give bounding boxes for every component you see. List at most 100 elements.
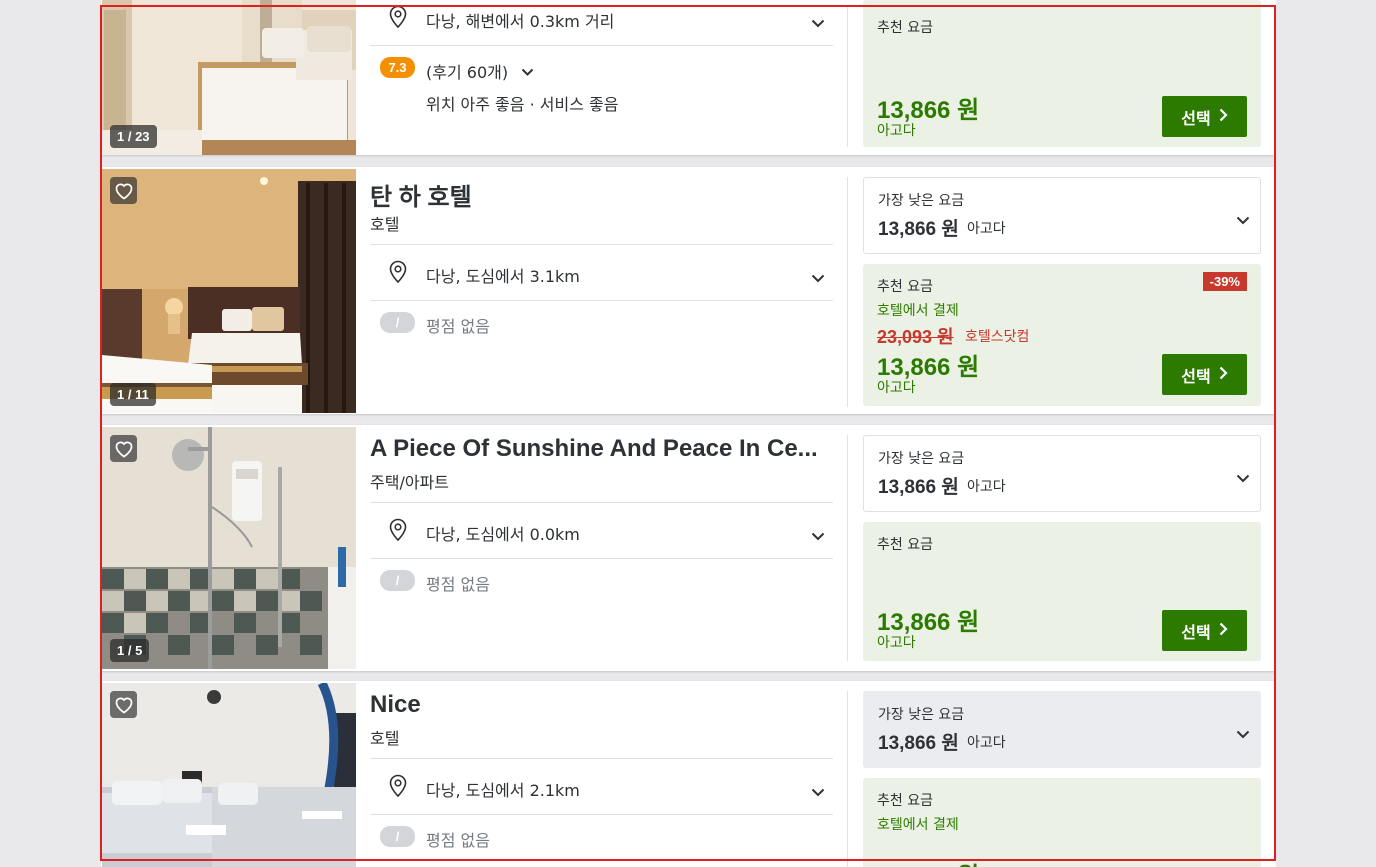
no-rating-label: 평점 없음 [426,831,490,850]
favorite-heart-button[interactable] [110,691,137,718]
divider [370,300,833,301]
photo-counter: 1 / 23 [110,125,157,148]
deal-provider: 아고다 [877,380,916,396]
hotel-card[interactable]: 1 / 5 A Piece Of Sunshine And Peace In C… [101,425,1276,671]
rating-score-badge: 7.3 [380,57,415,78]
lowest-price-box[interactable]: 가장 낮은 요금 13,866 원 아고다 [863,177,1261,254]
lowest-price-box[interactable]: 가장 낮은 요금 13,866 원 아고다 [863,691,1261,768]
hotel-name[interactable]: Nice [370,691,830,719]
lowest-price-box[interactable]: 가장 낮은 요금 13,866 원 아고다 [863,435,1261,512]
map-pin-icon [388,774,408,802]
chevron-down-icon[interactable] [811,13,825,32]
lowest-price-provider: 아고다 [967,735,1006,751]
deal-price: 13,866 원 [877,856,979,867]
rating-score-badge: / [380,826,415,847]
review-count[interactable]: (후기 60개) [426,59,534,83]
hotel-card[interactable]: 1 / 11 탄 하 호텔 호텔 다낭, 도심에서 3.1km / 평점 없음 … [101,167,1276,414]
recommended-label: 추천 요금 [877,793,933,809]
pay-at-hotel-label: 호텔에서 결제 [877,817,959,833]
location-row[interactable]: 다낭, 도심에서 2.1km [370,774,833,804]
select-button-label: 선택 [1181,108,1211,128]
hotel-name[interactable]: A Piece Of Sunshine And Peace In Ce... [370,435,830,463]
chevron-down-icon[interactable] [811,526,825,545]
chevron-down-icon[interactable] [811,268,825,287]
lowest-price-label: 가장 낮은 요금 [878,451,965,467]
deal-provider: 아고다 [877,123,916,139]
results-list: 1 / 23 다낭, 해변에서 0.3km 거리 7.3 (후기 60개) 위치… [101,0,1276,867]
lowest-price-label: 가장 낮은 요금 [878,707,965,723]
location-row[interactable]: 다낭, 해변에서 0.3km 거리 [370,5,833,35]
recommended-deal[interactable]: 추천 요금 13,866 원 아고다 선택 [863,0,1261,147]
hotel-photo[interactable]: 1 / 5 [102,427,356,669]
photo-counter: 1 / 11 [110,383,156,406]
original-price: 23,093 원 [877,327,954,347]
map-pin-icon [388,5,408,33]
divider [370,244,833,245]
review-count-label: (후기 60개) [426,63,509,82]
chevron-down-icon[interactable] [811,782,825,801]
property-type: 주택/아파트 [370,473,449,492]
select-button-label: 선택 [1181,366,1211,386]
hotel-photo[interactable] [102,683,356,867]
select-button[interactable]: 선택 [1162,96,1247,137]
divider [847,5,848,147]
select-button[interactable]: 선택 [1162,354,1247,395]
hotel-card[interactable]: Nice 호텔 다낭, 도심에서 2.1km / 평점 없음 가장 낮은 요금 … [101,681,1276,867]
chevron-down-icon [521,61,534,80]
recommended-label: 추천 요금 [877,20,933,36]
recommended-deal[interactable]: 추천 요금 13,866 원 아고다 선택 [863,522,1261,661]
chevron-down-icon [1236,210,1250,229]
recommended-label: 추천 요금 [877,279,933,295]
review-highlights: 위치 아주 좋음 · 서비스 좋음 [426,95,619,114]
lowest-price-provider: 아고다 [967,221,1006,237]
heart-icon [114,696,134,714]
rating-score-badge: / [380,570,415,591]
map-pin-icon [388,518,408,546]
location-text: 다낭, 도심에서 2.1km [426,781,580,800]
select-button-label: 선택 [1181,622,1211,642]
chevron-down-icon [1236,724,1250,743]
chevron-right-icon [1219,365,1228,384]
lowest-price-value: 13,866 원 [878,733,959,754]
map-pin-icon [388,260,408,288]
hotel-photo[interactable]: 1 / 11 [102,169,356,413]
chevron-down-icon [1236,468,1250,487]
lowest-price-provider: 아고다 [967,479,1006,495]
property-type: 호텔 [370,729,400,748]
pay-at-hotel-label: 호텔에서 결제 [877,303,959,319]
divider [847,691,848,867]
original-price-provider: 호텔스닷컴 [965,329,1030,345]
recommended-label: 추천 요금 [877,537,933,553]
deal-provider: 아고다 [877,635,916,651]
location-text: 다낭, 도심에서 3.1km [426,267,580,286]
heart-icon [114,440,134,458]
discount-badge: -39% [1202,272,1247,291]
favorite-heart-button[interactable] [110,177,137,204]
hotel-name[interactable]: 탄 하 호텔 [370,177,830,212]
location-row[interactable]: 다낭, 도심에서 3.1km [370,260,833,290]
hotel-card[interactable]: 1 / 23 다낭, 해변에서 0.3km 거리 7.3 (후기 60개) 위치… [101,0,1276,155]
photo-counter: 1 / 5 [110,639,150,662]
divider [370,45,833,46]
chevron-right-icon [1219,621,1228,640]
recommended-deal[interactable]: 추천 요금 호텔에서 결제 13,866 원 [863,778,1261,867]
location-row[interactable]: 다낭, 도심에서 0.0km [370,518,833,548]
no-rating-label: 평점 없음 [426,575,490,594]
divider [370,558,833,559]
rating-score-badge: / [380,312,415,333]
property-type: 호텔 [370,215,400,234]
lowest-price-value: 13,866 원 [878,219,959,240]
divider [370,814,833,815]
location-text: 다낭, 해변에서 0.3km 거리 [426,12,615,31]
hotel-photo[interactable]: 1 / 23 [102,0,356,155]
lowest-price-label: 가장 낮은 요금 [878,193,965,209]
divider [370,758,833,759]
chevron-right-icon [1219,107,1228,126]
recommended-deal[interactable]: 추천 요금 -39% 호텔에서 결제 23,093 원 호텔스닷컴 13,866… [863,264,1261,406]
lowest-price-value: 13,866 원 [878,477,959,498]
location-text: 다낭, 도심에서 0.0km [426,525,580,544]
select-button[interactable]: 선택 [1162,610,1247,651]
divider [370,502,833,503]
favorite-heart-button[interactable] [110,435,137,462]
heart-icon [114,182,134,200]
